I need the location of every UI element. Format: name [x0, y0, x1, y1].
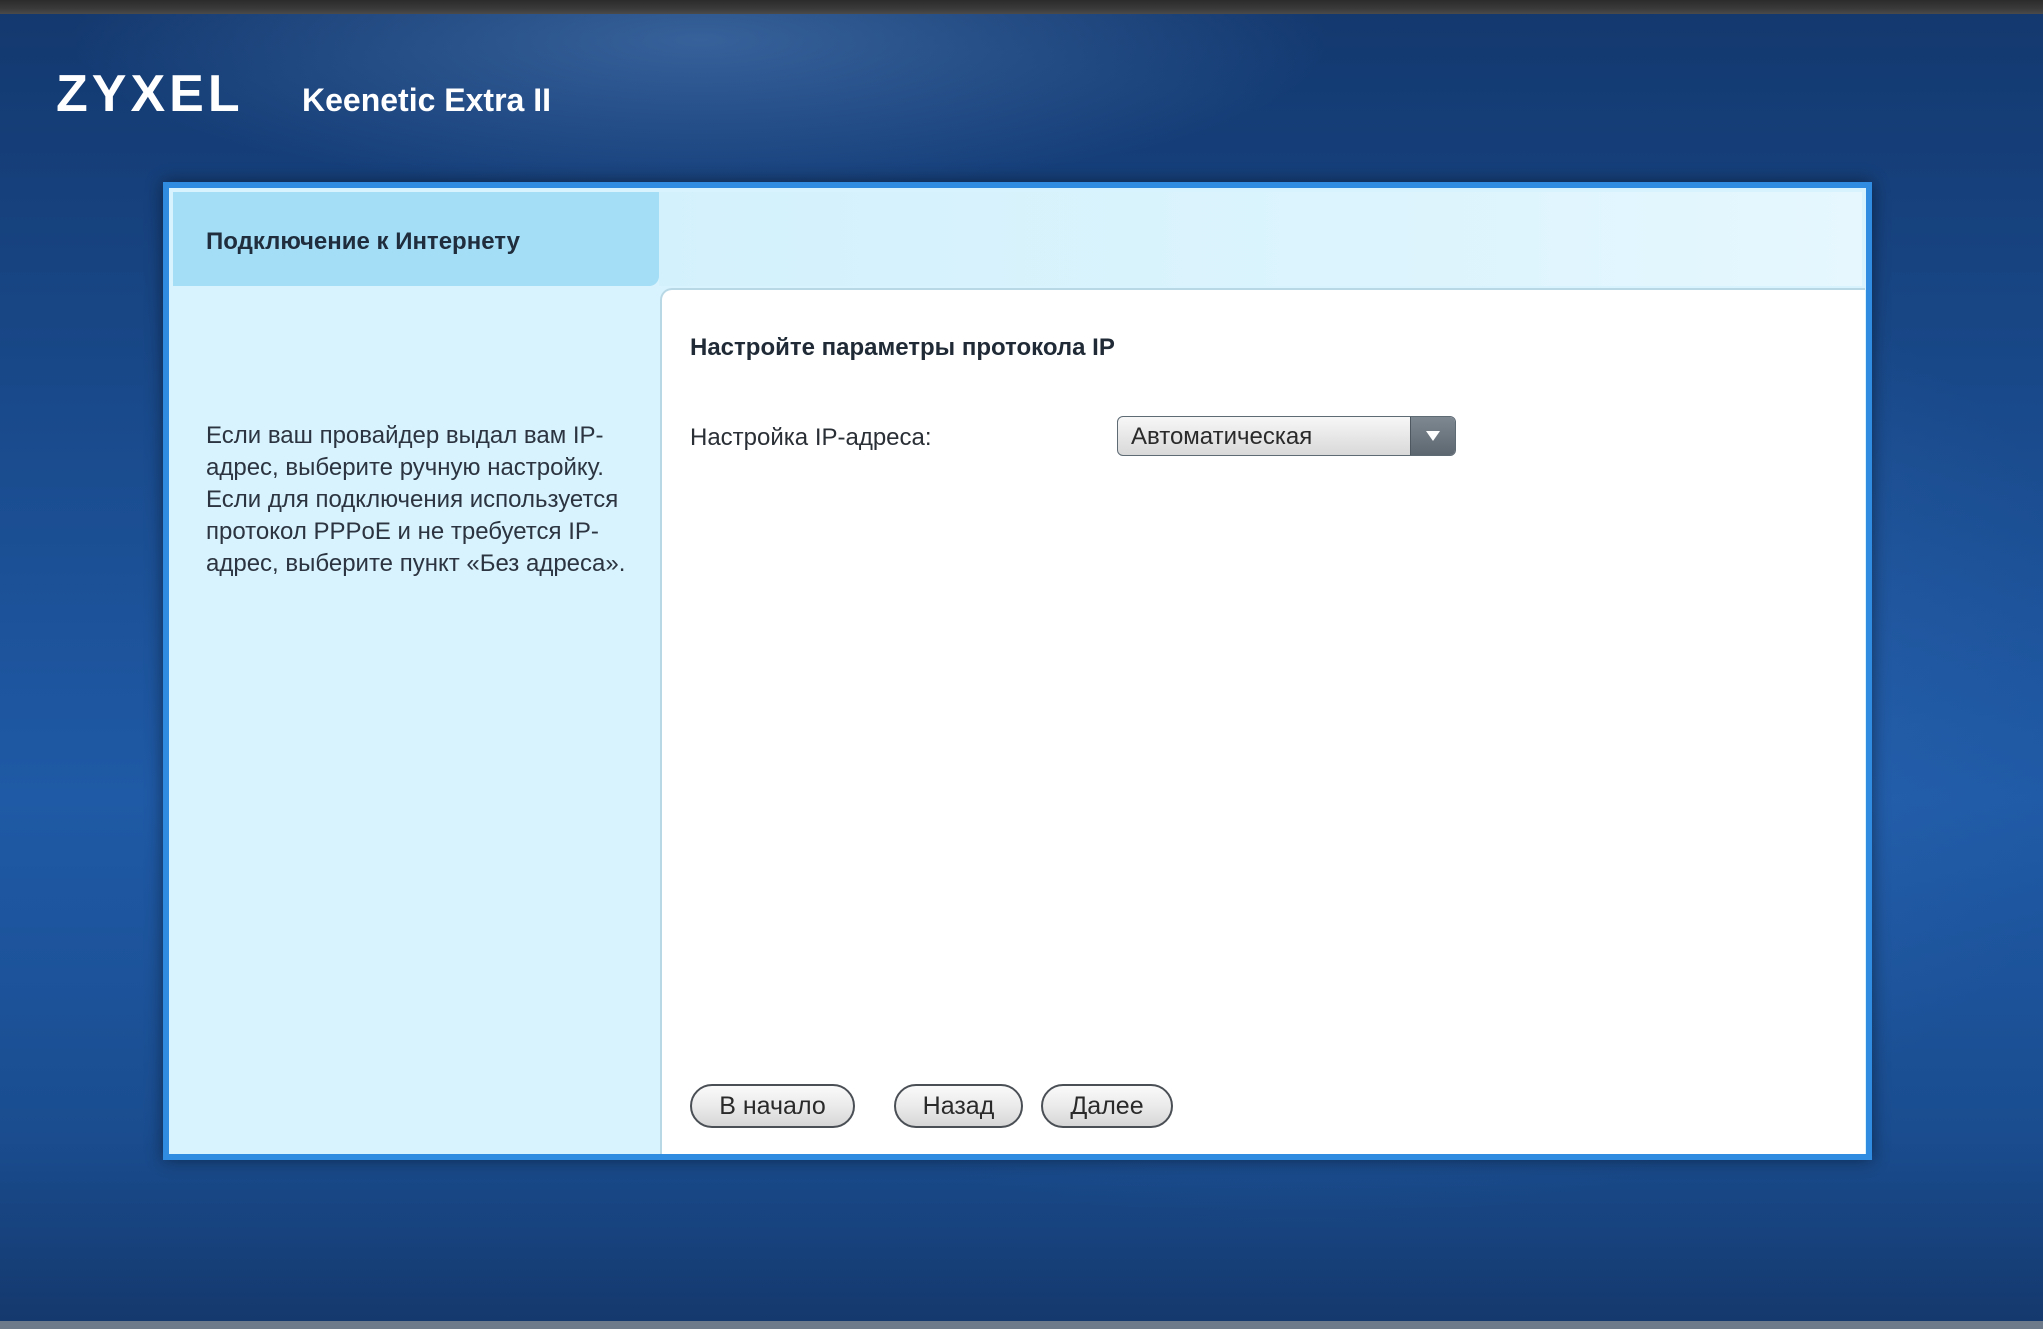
panel-header-bar [659, 192, 1862, 286]
triangle-down-icon [1426, 431, 1440, 441]
zyxel-logo: ZYXEL [56, 65, 244, 123]
next-button[interactable]: Далее [1041, 1084, 1173, 1128]
section-title: Настройте параметры протокола IP [690, 334, 1115, 361]
home-button[interactable]: В начало [690, 1084, 855, 1128]
back-button[interactable]: Назад [894, 1084, 1023, 1128]
setup-wizard-panel: Подключение к Интернету Если ваш провайд… [163, 182, 1872, 1160]
ip-setting-label: Настройка IP-адреса: [690, 424, 932, 451]
ip-setting-selected-value: Автоматическая [1131, 423, 1313, 450]
wizard-content-area: Настройте параметры протокола IP Настрой… [660, 288, 1865, 1154]
sidebar-help-text: Если ваш провайдер выдал вам IP-адрес, в… [206, 422, 626, 577]
window-bottom-edge [0, 1321, 2043, 1329]
window-top-edge [0, 0, 2043, 14]
sidebar-title-tab: Подключение к Интернету [173, 192, 659, 286]
dropdown-arrow-button[interactable] [1410, 417, 1455, 455]
sidebar-title: Подключение к Интернету [206, 228, 520, 255]
ip-setting-select[interactable]: Автоматическая [1117, 416, 1456, 456]
device-model-title: Keenetic Extra II [302, 82, 551, 118]
